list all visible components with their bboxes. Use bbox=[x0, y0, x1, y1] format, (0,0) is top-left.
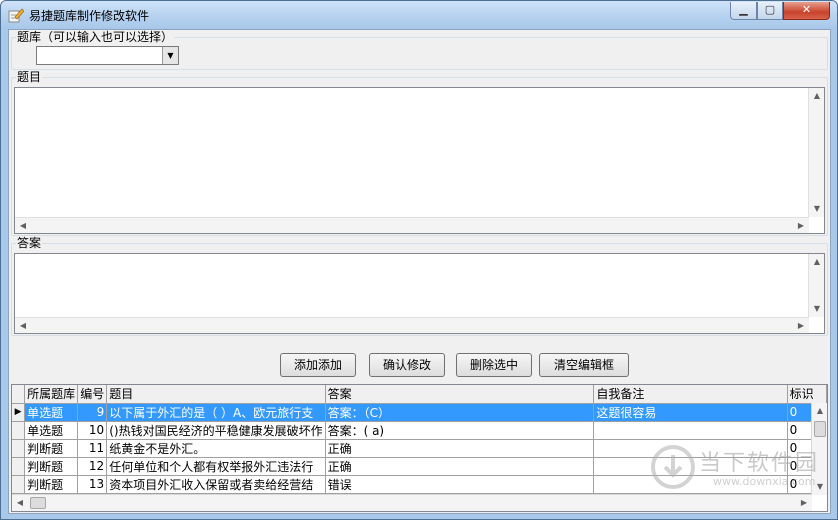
question-group-label: 题目 bbox=[16, 70, 43, 84]
cell-question[interactable]: 任何单位和个人都有权举报外汇违法行 bbox=[106, 457, 326, 476]
cell-bank[interactable]: 单选题 bbox=[24, 421, 79, 440]
question-hscroll[interactable]: ◀ ▶ bbox=[15, 217, 809, 233]
answer-group: 答案 ▲ ▼ ◀ ▶ bbox=[11, 236, 828, 336]
download-logo-icon bbox=[651, 445, 695, 489]
cell-note[interactable]: 这题很容易 bbox=[593, 403, 788, 422]
cell-question[interactable]: 以下属于外汇的是（ ）A、欧元旅行支 bbox=[106, 403, 326, 422]
cell-answer[interactable]: 答案：（C） bbox=[325, 403, 595, 422]
grid-hscroll-thumb[interactable] bbox=[30, 497, 46, 509]
column-header-flag[interactable]: 标识 bbox=[787, 385, 827, 404]
table-row[interactable]: ▶ 单选题 9 以下属于外汇的是（ ）A、欧元旅行支 答案：（C） 这题很容易 … bbox=[12, 403, 827, 422]
scroll-left-icon[interactable]: ◀ bbox=[15, 318, 31, 334]
cell-question[interactable]: 纸黄金不是外汇。 bbox=[106, 439, 326, 458]
cell-id[interactable]: 13 bbox=[77, 475, 108, 494]
scroll-up-icon[interactable]: ▲ bbox=[809, 88, 825, 104]
clear-editor-button[interactable]: 清空编辑框 bbox=[539, 353, 629, 377]
bank-group-label: 题库（可以输入也可以选择） bbox=[16, 30, 175, 44]
app-window: 易捷题库制作修改软件 ▁ ▢ ✕ 题库（可以输入也可以选择） ▼ 题目 ▲ ▼ bbox=[0, 0, 838, 520]
table-row[interactable]: 单选题 10 ()热钱对国民经济的平稳健康发展破坏作 答案：( a) 0 bbox=[12, 421, 827, 440]
title-bar[interactable]: 易捷题库制作修改软件 ▁ ▢ ✕ bbox=[1, 1, 837, 29]
cell-id[interactable]: 9 bbox=[77, 403, 108, 422]
cell-id[interactable]: 11 bbox=[77, 439, 108, 458]
cell-bank[interactable]: 判断题 bbox=[24, 457, 79, 476]
cell-bank[interactable]: 判断题 bbox=[24, 475, 79, 494]
question-textarea[interactable]: ▲ ▼ ◀ ▶ bbox=[14, 87, 825, 234]
cell-note[interactable] bbox=[593, 421, 788, 440]
current-row-arrow-icon: ▶ bbox=[12, 403, 26, 422]
column-header-id[interactable]: 编号 bbox=[77, 385, 108, 404]
scroll-right-icon[interactable]: ▶ bbox=[793, 318, 809, 334]
maximize-button[interactable]: ▢ bbox=[757, 2, 783, 20]
scroll-up-icon[interactable]: ▲ bbox=[812, 403, 827, 419]
scroll-left-icon[interactable]: ◀ bbox=[15, 218, 31, 234]
table-header-row: 所属题库 编号 题目 答案 自我备注 标识 bbox=[12, 385, 827, 404]
chevron-down-icon[interactable]: ▼ bbox=[162, 47, 178, 64]
close-button[interactable]: ✕ bbox=[783, 2, 830, 20]
scroll-down-icon[interactable]: ▼ bbox=[809, 301, 825, 317]
column-header-bank[interactable]: 所属题库 bbox=[24, 385, 79, 404]
grid-vscroll-thumb[interactable] bbox=[814, 421, 826, 437]
row-indicator bbox=[12, 475, 26, 494]
cell-answer[interactable]: 答案：( a) bbox=[325, 421, 595, 440]
cell-answer[interactable]: 正确 bbox=[325, 439, 595, 458]
answer-textarea[interactable]: ▲ ▼ ◀ ▶ bbox=[14, 253, 825, 334]
add-button[interactable]: 添加添加 bbox=[280, 353, 356, 377]
row-indicator-header bbox=[12, 385, 26, 404]
cell-answer[interactable]: 错误 bbox=[325, 475, 595, 494]
column-header-note[interactable]: 自我备注 bbox=[593, 385, 788, 404]
cell-id[interactable]: 12 bbox=[77, 457, 108, 476]
column-header-question[interactable]: 题目 bbox=[106, 385, 326, 404]
scroll-up-icon[interactable]: ▲ bbox=[809, 254, 825, 270]
delete-selected-button[interactable]: 删除选中 bbox=[456, 353, 532, 377]
row-indicator bbox=[12, 439, 26, 458]
watermark-url: www.downxia.com bbox=[713, 475, 816, 488]
row-indicator bbox=[12, 457, 26, 476]
scroll-down-icon[interactable]: ▼ bbox=[809, 201, 825, 217]
column-header-answer[interactable]: 答案 bbox=[325, 385, 595, 404]
bank-group: 题库（可以输入也可以选择） ▼ bbox=[11, 30, 828, 70]
site-watermark: 当下软件园 www.downxia.com bbox=[651, 441, 821, 501]
scroll-right-icon[interactable]: ▶ bbox=[793, 218, 809, 234]
cell-bank[interactable]: 判断题 bbox=[24, 439, 79, 458]
question-group: 题目 ▲ ▼ ◀ ▶ bbox=[11, 70, 828, 236]
edit-pencil-icon bbox=[8, 8, 24, 23]
watermark-brand: 当下软件园 bbox=[699, 451, 820, 476]
cell-bank[interactable]: 单选题 bbox=[24, 403, 79, 422]
confirm-edit-button[interactable]: 确认修改 bbox=[369, 353, 445, 377]
bank-combo[interactable]: ▼ bbox=[36, 46, 179, 65]
window-title: 易捷题库制作修改软件 bbox=[29, 9, 150, 23]
answer-vscroll[interactable]: ▲ ▼ bbox=[808, 254, 824, 317]
question-vscroll[interactable]: ▲ ▼ bbox=[808, 88, 824, 217]
cell-question[interactable]: 资本项目外汇收入保留或者卖给经营结 bbox=[106, 475, 326, 494]
row-indicator bbox=[12, 421, 26, 440]
scroll-left-icon[interactable]: ◀ bbox=[12, 495, 28, 511]
cell-id[interactable]: 10 bbox=[77, 421, 108, 440]
cell-question[interactable]: ()热钱对国民经济的平稳健康发展破坏作 bbox=[106, 421, 326, 440]
answer-group-label: 答案 bbox=[16, 236, 43, 250]
minimize-button[interactable]: ▁ bbox=[730, 2, 757, 20]
answer-hscroll[interactable]: ◀ ▶ bbox=[15, 317, 809, 333]
cell-answer[interactable]: 正确 bbox=[325, 457, 595, 476]
